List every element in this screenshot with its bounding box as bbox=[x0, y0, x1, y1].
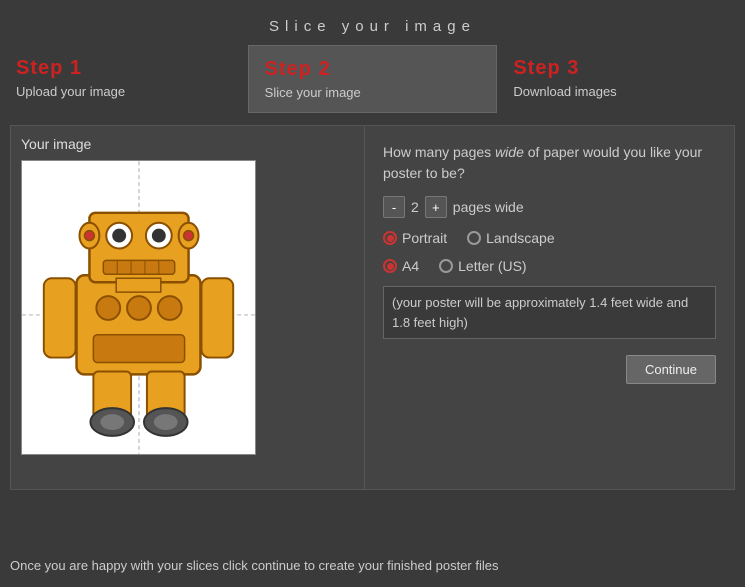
steps-row: Step 1 Upload your image Step 2 Slice yo… bbox=[0, 45, 745, 113]
step-2-desc: Slice your image bbox=[265, 85, 481, 100]
a4-radio[interactable]: A4 bbox=[383, 258, 419, 274]
step-3-desc: Download images bbox=[513, 84, 729, 99]
bottom-text: Once you are happy with your slices clic… bbox=[10, 558, 498, 573]
paper-size-row: A4 Letter (US) bbox=[383, 258, 716, 274]
continue-btn-row: Continue bbox=[383, 355, 716, 384]
step-2-label: Step 2 bbox=[265, 58, 481, 81]
pages-wide-row: - 2 + pages wide bbox=[383, 196, 716, 218]
letter-radio-circle bbox=[439, 259, 453, 273]
pages-decrease-button[interactable]: - bbox=[383, 196, 405, 218]
robot-image bbox=[21, 160, 256, 455]
pages-wide-label: pages wide bbox=[453, 199, 524, 215]
page-title: Slice your image bbox=[0, 0, 745, 45]
step-3-label: Step 3 bbox=[513, 57, 729, 80]
step-1-label: Step 1 bbox=[16, 57, 232, 80]
pages-increase-button[interactable]: + bbox=[425, 196, 447, 218]
step-3-box: Step 3 Download images bbox=[497, 45, 745, 113]
question-text: How many pages wide of paper would you l… bbox=[383, 142, 716, 184]
main-content: Your image bbox=[0, 125, 745, 490]
landscape-radio[interactable]: Landscape bbox=[467, 230, 555, 246]
continue-button[interactable]: Continue bbox=[626, 355, 716, 384]
portrait-label: Portrait bbox=[402, 230, 447, 246]
right-panel: How many pages wide of paper would you l… bbox=[365, 125, 735, 490]
landscape-radio-circle bbox=[467, 231, 481, 245]
left-panel: Your image bbox=[10, 125, 365, 490]
a4-label: A4 bbox=[402, 258, 419, 274]
portrait-radio-circle bbox=[383, 231, 397, 245]
pages-count: 2 bbox=[411, 199, 419, 215]
step-2-box: Step 2 Slice your image bbox=[248, 45, 498, 113]
orientation-row: Portrait Landscape bbox=[383, 230, 716, 246]
letter-label: Letter (US) bbox=[458, 258, 526, 274]
portrait-radio[interactable]: Portrait bbox=[383, 230, 447, 246]
letter-radio[interactable]: Letter (US) bbox=[439, 258, 526, 274]
a4-radio-circle bbox=[383, 259, 397, 273]
left-panel-title: Your image bbox=[21, 136, 354, 152]
landscape-label: Landscape bbox=[486, 230, 555, 246]
approx-size: (your poster will be approximately 1.4 f… bbox=[383, 286, 716, 339]
step-1-desc: Upload your image bbox=[16, 84, 232, 99]
step-1-box: Step 1 Upload your image bbox=[0, 45, 248, 113]
